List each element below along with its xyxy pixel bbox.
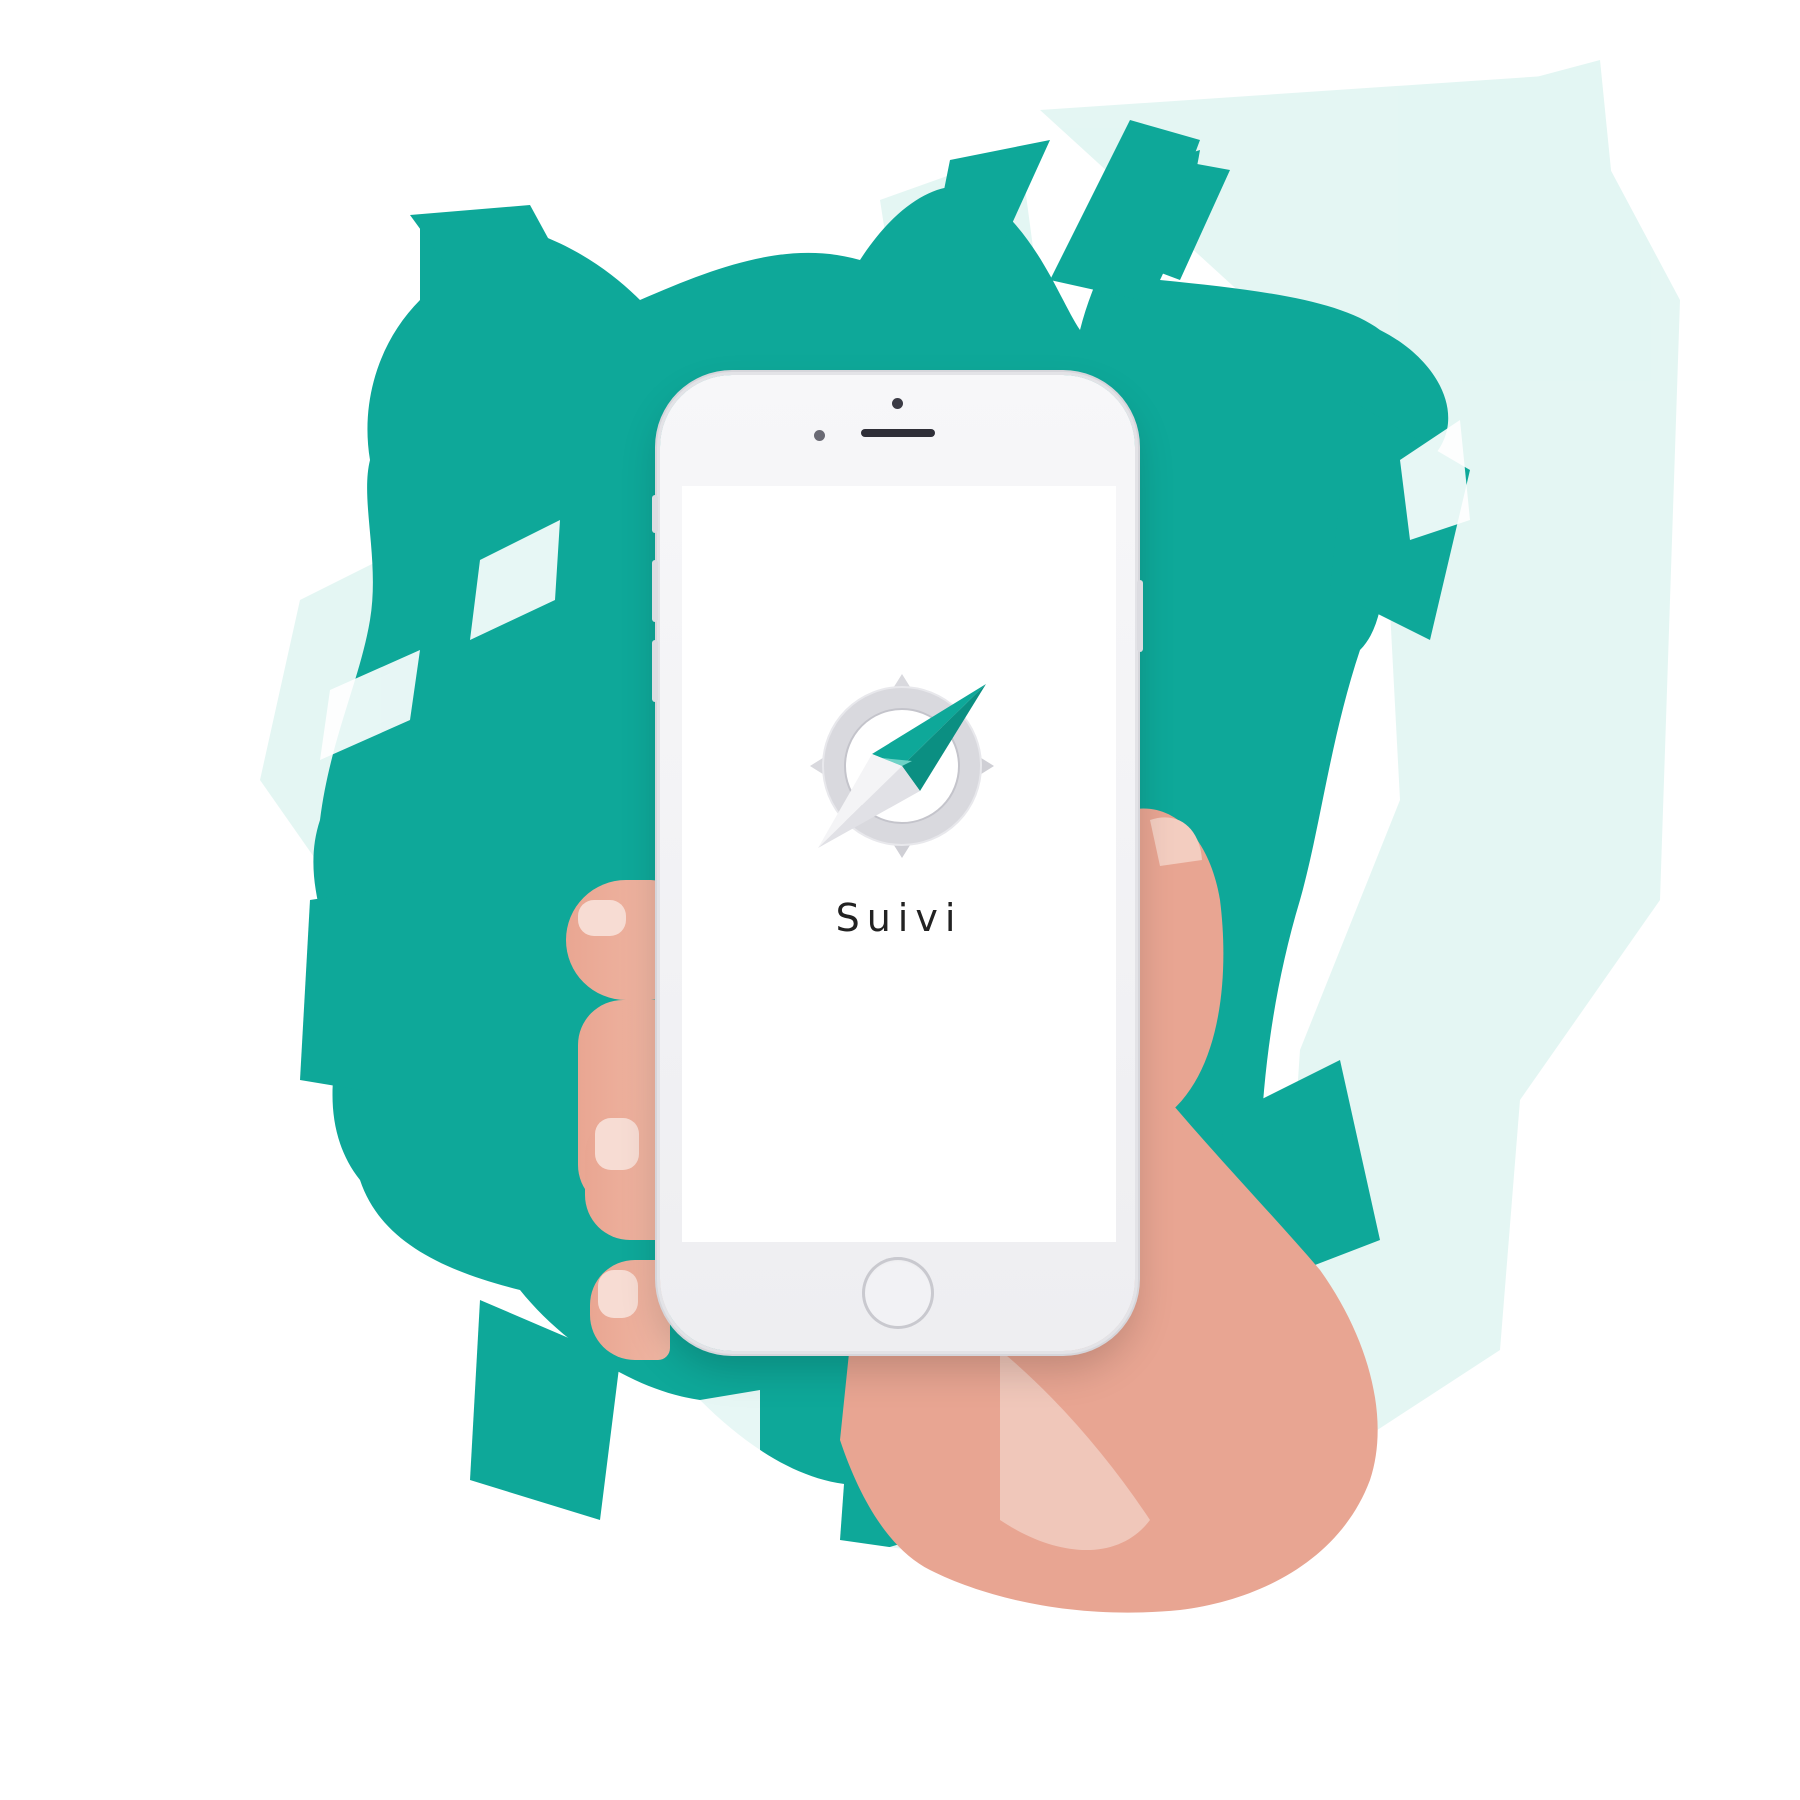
app-name: Suivi (835, 896, 963, 940)
mute-switch[interactable] (652, 495, 658, 533)
front-camera (892, 398, 903, 409)
compass-icon (810, 674, 994, 858)
volume-up-button[interactable] (652, 560, 658, 622)
proximity-sensor (814, 430, 825, 441)
smartphone: Suivi (652, 375, 1143, 1351)
pinky-fingernail (598, 1270, 638, 1318)
volume-down-button[interactable] (652, 640, 658, 702)
earpiece-speaker (861, 429, 935, 437)
splash-screen: Suivi (682, 486, 1116, 1242)
home-button[interactable] (862, 1257, 934, 1329)
index-fingernail (578, 900, 626, 936)
power-button[interactable] (1137, 580, 1143, 652)
ring-fingernail (595, 1118, 639, 1170)
